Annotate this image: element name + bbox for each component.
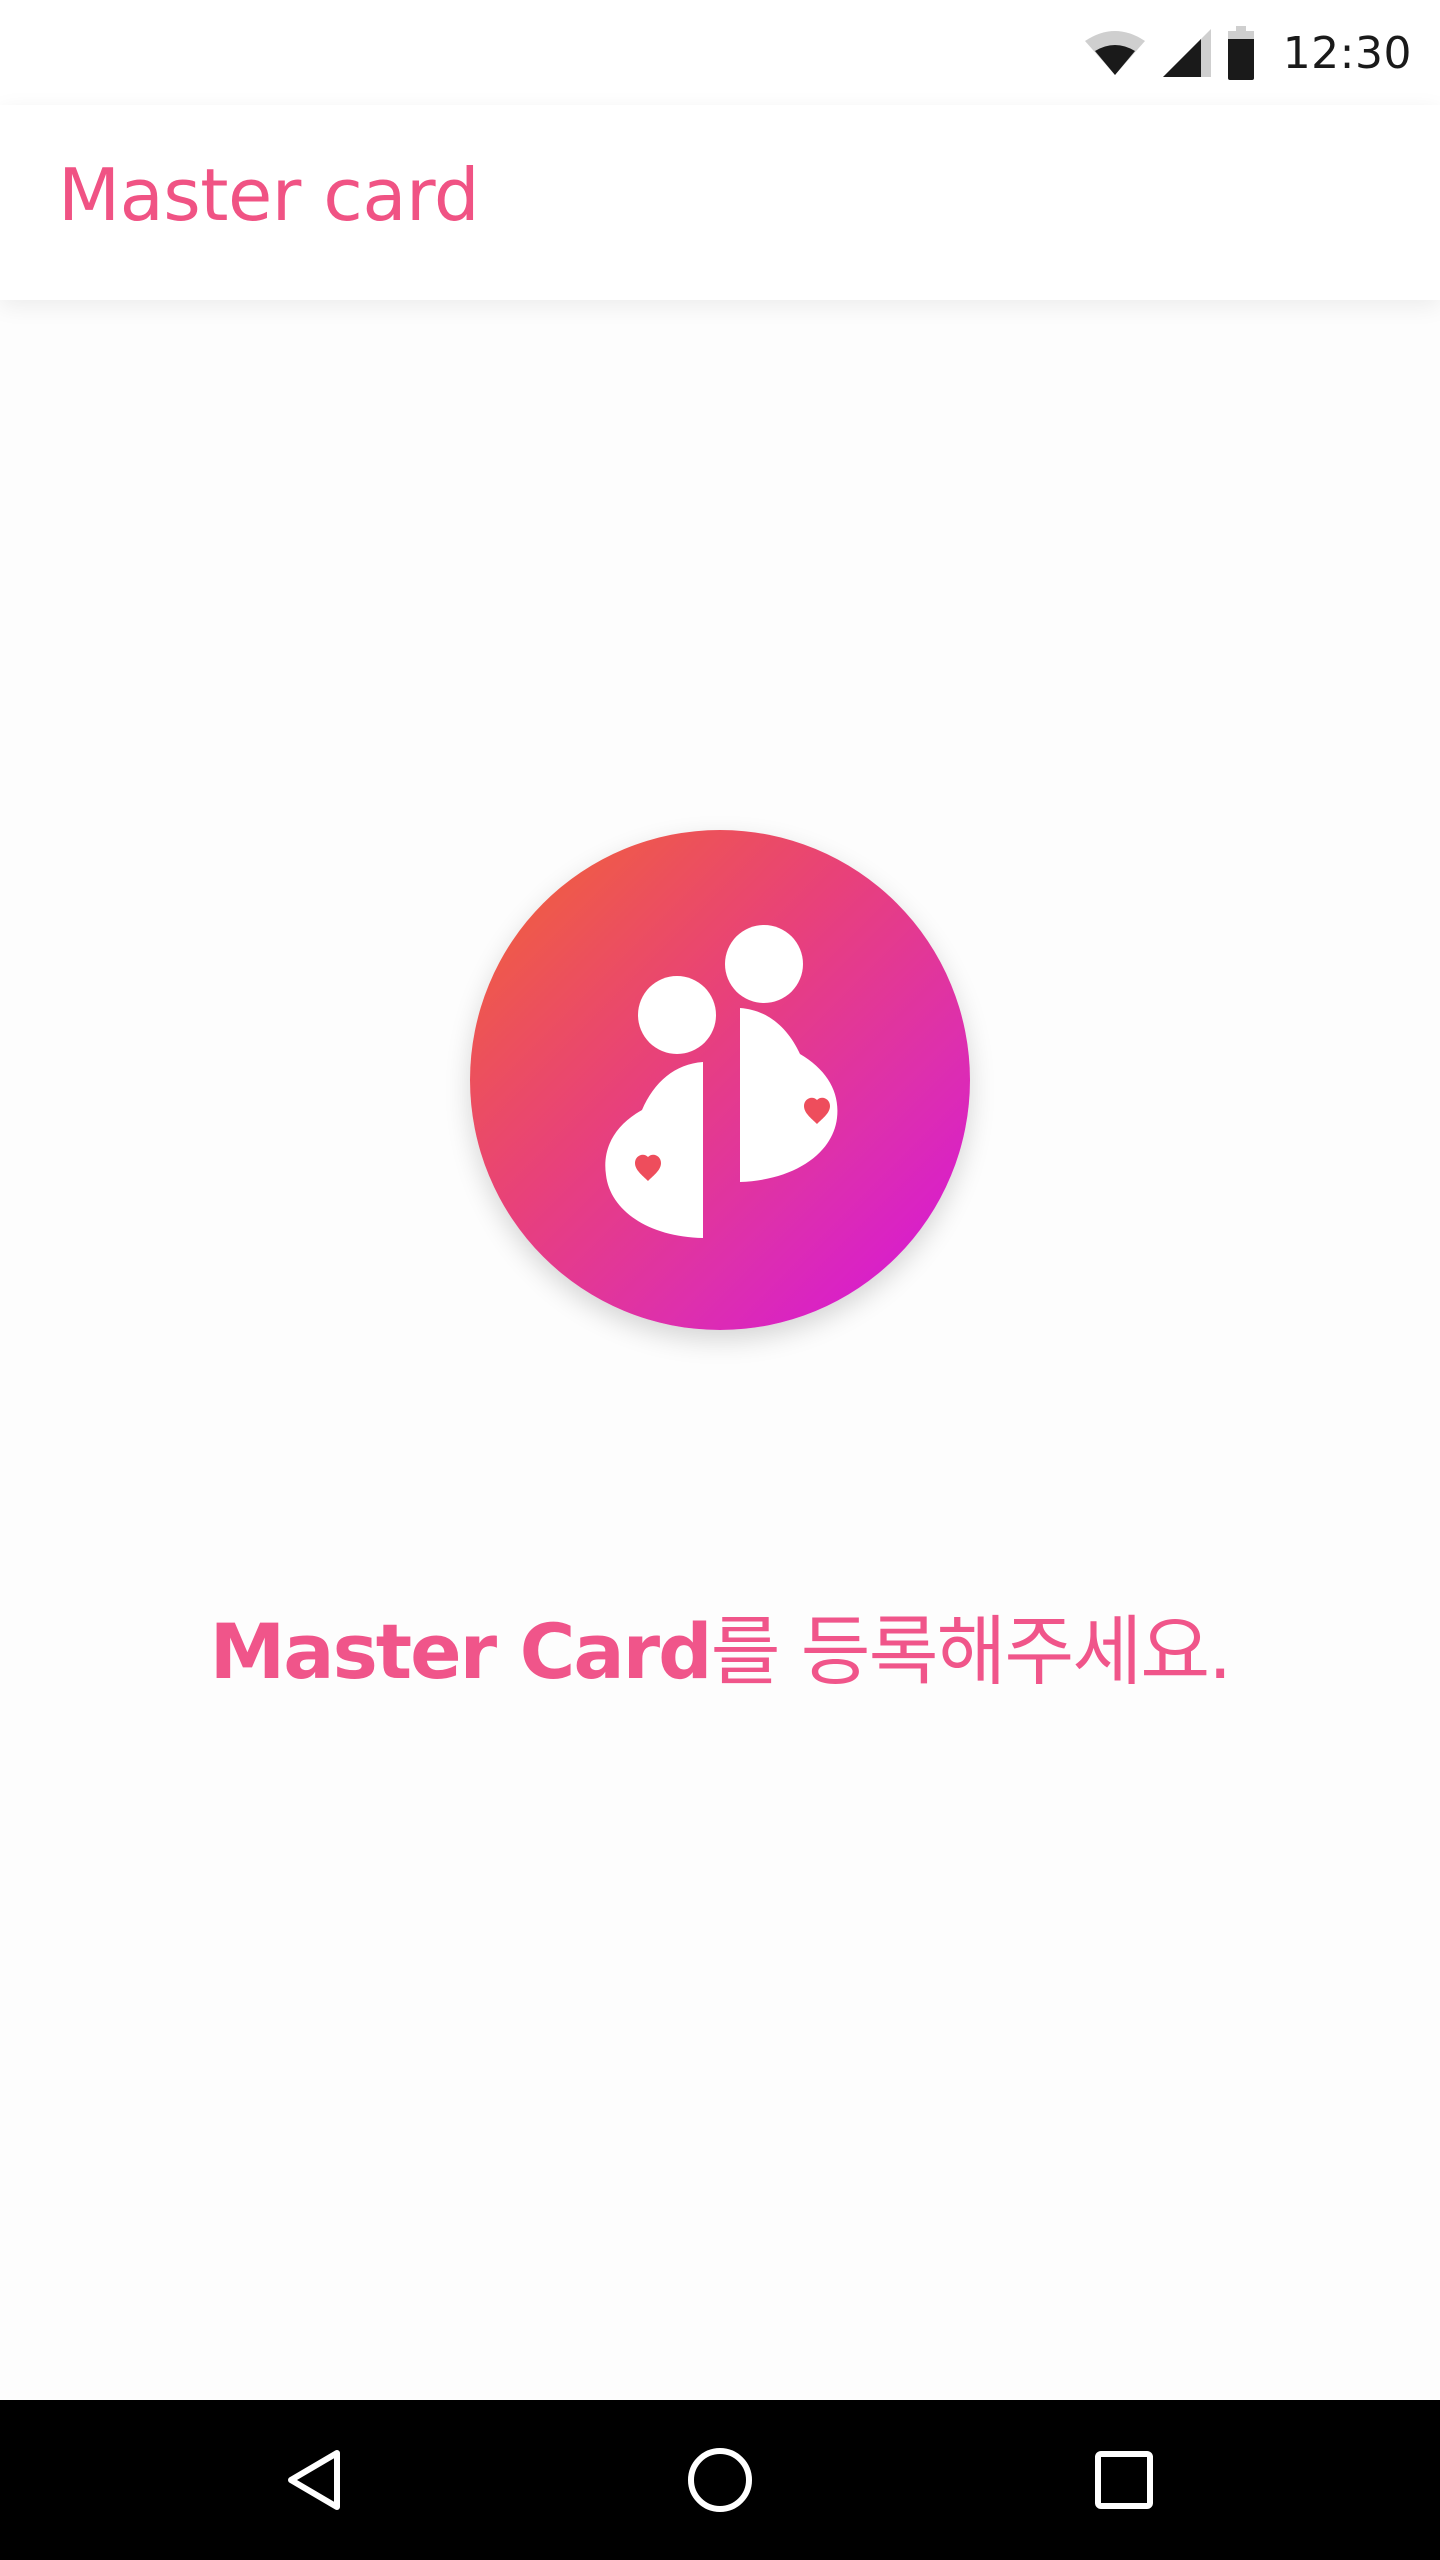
navigation-bar xyxy=(0,2400,1440,2560)
register-message: Master Card를 등록해주세요. xyxy=(0,1590,1440,1700)
recents-button[interactable] xyxy=(1074,2430,1174,2530)
message-card-name: Master Card xyxy=(209,1607,713,1696)
home-circle-icon xyxy=(685,2445,755,2515)
back-button[interactable] xyxy=(266,2430,366,2530)
status-bar: 12:30 xyxy=(0,0,1440,105)
home-button[interactable] xyxy=(670,2430,770,2530)
status-clock: 12:30 xyxy=(1282,27,1412,79)
page-title: Master card xyxy=(58,153,480,237)
message-instruction: 를 등록해주세요. xyxy=(710,1607,1233,1696)
wifi-icon xyxy=(1083,29,1147,77)
back-triangle-icon xyxy=(281,2445,351,2515)
battery-icon xyxy=(1227,26,1255,80)
recents-square-icon xyxy=(1089,2445,1159,2515)
status-icons: 12:30 xyxy=(1083,22,1412,84)
couple-hearts-logo-icon xyxy=(470,830,970,1330)
main-content: Master Card를 등록해주세요. xyxy=(0,300,1440,2400)
cellular-signal-icon xyxy=(1161,27,1213,79)
app-bar: Master card xyxy=(0,105,1440,300)
